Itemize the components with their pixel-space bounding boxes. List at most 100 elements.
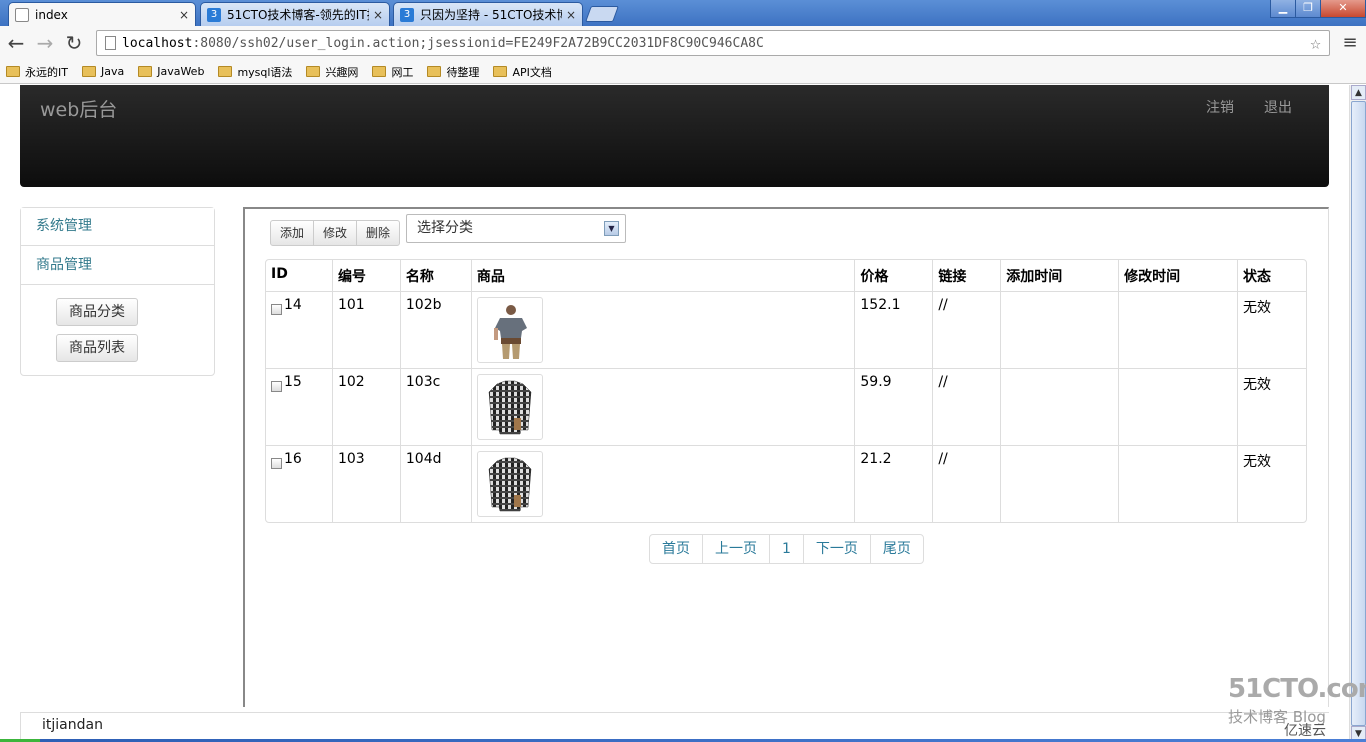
table-row: 15 102 103c 59.9 // 无效 xyxy=(266,368,1306,445)
col-header-price: 价格 xyxy=(854,260,932,291)
minimize-button[interactable]: ▁ xyxy=(1270,0,1296,18)
sidebar-item-goods[interactable]: 商品管理 xyxy=(21,247,214,285)
tab-title: 51CTO技术博客-领先的IT技 xyxy=(227,8,369,22)
watermark-logo: 51CTO.com xyxy=(1228,674,1366,704)
pager-next[interactable]: 下一页 xyxy=(802,535,870,563)
close-tab-icon[interactable]: × xyxy=(179,8,189,22)
bookmark-folder[interactable]: API文档 xyxy=(493,64,552,80)
address-bar[interactable]: localhost:8080/ssh02/user_login.action;j… xyxy=(96,30,1330,56)
cell-price: 152.1 xyxy=(854,291,933,368)
bookmark-label: 待整理 xyxy=(446,65,480,79)
folder-icon xyxy=(493,66,508,77)
sidebar-item-system[interactable]: 系统管理 xyxy=(21,208,214,246)
cell-code: 103 xyxy=(331,445,400,522)
delete-button[interactable]: 删除 xyxy=(356,220,401,246)
browser-tabstrip: index × 3 51CTO技术博客-领先的IT技 × 3 只因为坚持 - 5… xyxy=(0,0,1366,27)
cell-name: 103c xyxy=(399,368,471,445)
bookmark-folder[interactable]: mysql语法 xyxy=(218,64,292,80)
forward-arrow-icon[interactable]: → xyxy=(33,31,57,55)
category-select-value: 选择分类 xyxy=(417,220,473,236)
table-row: 14 101 102b 152.1 // 无效 xyxy=(266,291,1306,368)
new-tab-button[interactable] xyxy=(585,6,619,22)
cell-name: 104d xyxy=(399,445,471,522)
browser-toolbar: ← → ↻ localhost:8080/ssh02/user_login.ac… xyxy=(0,26,1366,60)
tab-title: index xyxy=(35,8,68,22)
maximize-button[interactable]: ❐ xyxy=(1295,0,1321,18)
bookmark-folder[interactable]: 网工 xyxy=(372,64,413,80)
edit-button[interactable]: 修改 xyxy=(313,220,358,246)
close-tab-icon[interactable]: × xyxy=(566,8,576,22)
pager-prev[interactable]: 上一页 xyxy=(702,535,769,563)
col-header-id: ID xyxy=(271,266,288,282)
cell-product xyxy=(470,368,855,445)
table-row: 16 103 104d 21.2 // 无效 xyxy=(266,445,1306,522)
browser-tab-51cto[interactable]: 3 51CTO技术博客-领先的IT技 × xyxy=(200,2,390,26)
cell-modified xyxy=(1118,291,1237,368)
row-id: 16 xyxy=(284,451,302,467)
product-table: ID 编号 名称 商品 价格 链接 添加时间 修改时间 状态 14 101 10… xyxy=(265,259,1307,523)
goods-category-button[interactable]: 商品分类 xyxy=(56,298,138,326)
pagination: 首页 上一页 1 下一页 尾页 xyxy=(649,534,924,564)
pager-page-1[interactable]: 1 xyxy=(769,535,803,563)
row-checkbox[interactable] xyxy=(271,381,282,392)
nav-logout-link[interactable]: 注销 xyxy=(1206,97,1234,117)
bookmarks-bar: 永远的IT Java JavaWeb mysql语法 兴趣网 网工 待整理 AP… xyxy=(0,60,1366,84)
browser-tab-blog[interactable]: 3 只因为坚持 - 51CTO技术博 × xyxy=(393,2,583,26)
col-header-code: 编号 xyxy=(331,260,400,291)
bookmark-label: Java xyxy=(100,65,125,78)
bookmark-star-icon[interactable]: ☆ xyxy=(1310,33,1321,54)
cell-id: 16 xyxy=(266,445,332,522)
footer: itjiandan xyxy=(20,712,1329,742)
menu-icon[interactable]: ≡ xyxy=(1338,31,1362,55)
plaid-shirt-photo-icon xyxy=(476,374,543,440)
bookmark-folder[interactable]: 永远的IT xyxy=(6,64,68,80)
goods-list-button[interactable]: 商品列表 xyxy=(56,334,138,362)
cell-link[interactable]: // xyxy=(932,291,1001,368)
back-arrow-icon[interactable]: ← xyxy=(4,31,28,55)
cell-product xyxy=(470,445,855,522)
pager-first[interactable]: 首页 xyxy=(650,535,702,563)
bookmark-folder[interactable]: JavaWeb xyxy=(138,65,204,78)
cell-added xyxy=(1000,368,1119,445)
cell-price: 59.9 xyxy=(854,368,933,445)
row-id: 15 xyxy=(284,374,302,390)
sidebar: 系统管理 商品管理 商品分类 商品列表 xyxy=(20,207,215,376)
folder-icon xyxy=(138,66,153,77)
category-select[interactable]: 选择分类 ▼ xyxy=(406,214,626,243)
vertical-scrollbar[interactable]: ▲ ▼ xyxy=(1349,85,1366,742)
nav-exit-link[interactable]: 退出 xyxy=(1264,97,1292,117)
bookmark-folder[interactable]: Java xyxy=(81,65,125,78)
reload-icon[interactable]: ↻ xyxy=(62,31,86,55)
cell-link[interactable]: // xyxy=(932,445,1001,522)
folder-icon xyxy=(427,66,442,77)
cell-status: 无效 xyxy=(1237,291,1306,368)
row-checkbox[interactable] xyxy=(271,304,282,315)
close-window-button[interactable]: ✕ xyxy=(1320,0,1366,18)
add-button[interactable]: 添加 xyxy=(270,220,315,246)
pager-last[interactable]: 尾页 xyxy=(869,535,923,563)
action-button-group: 添加 修改 删除 xyxy=(270,220,401,246)
scroll-up-icon[interactable]: ▲ xyxy=(1351,85,1366,100)
bookmark-label: 兴趣网 xyxy=(325,65,359,79)
close-tab-icon[interactable]: × xyxy=(373,8,383,22)
cell-id: 14 xyxy=(266,291,332,368)
cell-link[interactable]: // xyxy=(932,368,1001,445)
brand-logo[interactable]: web后台 xyxy=(40,95,117,122)
watermark: 51CTO.com 技术博客 Blog 亿速云 xyxy=(1228,674,1366,740)
cell-product xyxy=(470,291,855,368)
cell-status: 无效 xyxy=(1237,368,1306,445)
bookmark-folder[interactable]: 兴趣网 xyxy=(306,64,358,80)
plaid-shirt-photo-icon xyxy=(476,451,543,517)
bookmark-folder[interactable]: 待整理 xyxy=(427,64,479,80)
cell-status: 无效 xyxy=(1237,445,1306,522)
folder-icon xyxy=(372,66,387,77)
cell-price: 21.2 xyxy=(854,445,933,522)
url-path: :8080/ssh02/user_login.action;jsessionid… xyxy=(192,35,764,51)
chevron-down-icon[interactable]: ▼ xyxy=(604,221,619,236)
browser-tab-index[interactable]: index × xyxy=(8,2,196,27)
row-checkbox[interactable] xyxy=(271,458,282,469)
cell-modified xyxy=(1118,368,1237,445)
scrollbar-thumb[interactable] xyxy=(1351,101,1366,726)
cell-id: 15 xyxy=(266,368,332,445)
bookmark-label: 永远的IT xyxy=(25,65,68,79)
